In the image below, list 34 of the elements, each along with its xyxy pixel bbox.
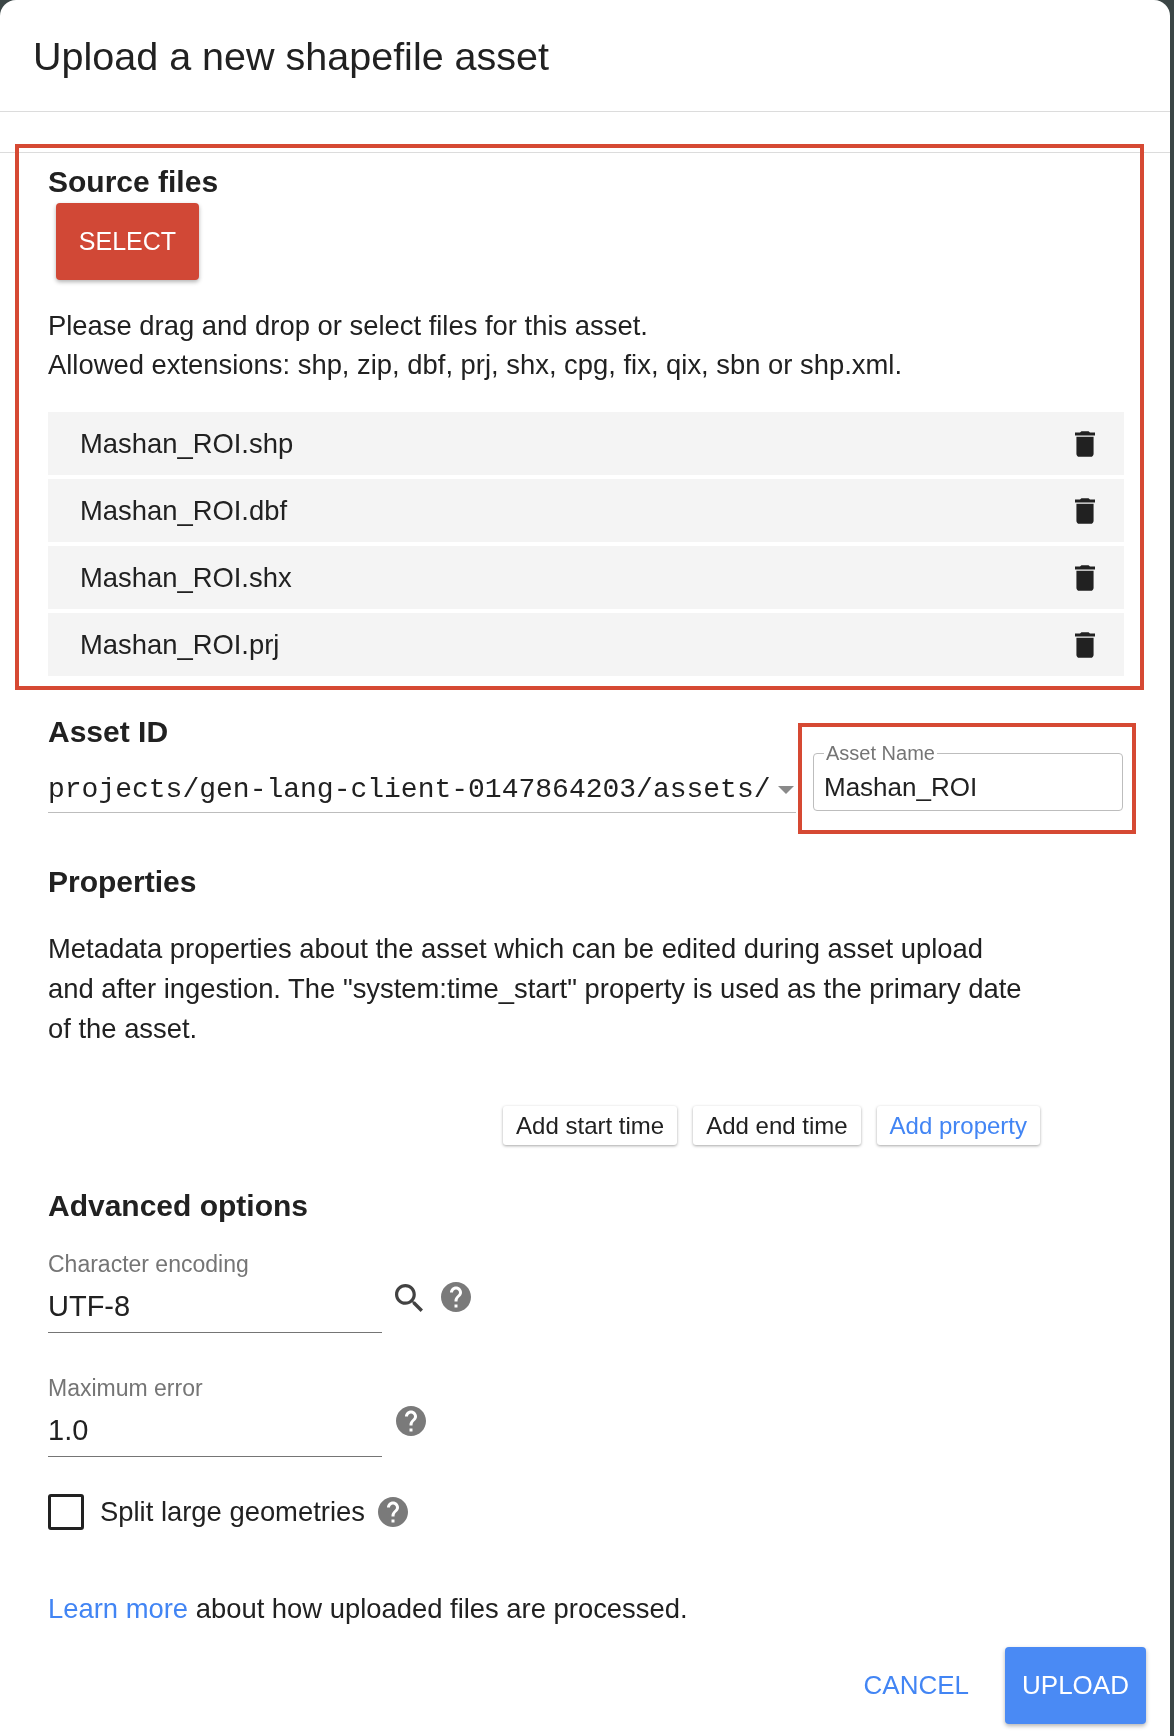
instruction-text: Please drag and drop or select files for this asset. <box>48 309 648 343</box>
property-button[interactable]: Add end time <box>693 1106 861 1145</box>
help-icon[interactable] <box>441 1282 471 1312</box>
section-heading: Advanced options <box>48 1189 309 1223</box>
asset-path-dropdown[interactable]: projects/gen-lang-client-0147864203/assets/ <box>48 767 796 813</box>
search-icon[interactable] <box>395 1283 423 1312</box>
caret-icon[interactable] <box>778 785 794 794</box>
asset-name-field[interactable]: Asset Name Mashan_ROI <box>813 743 1123 811</box>
help-icon[interactable] <box>377 1497 408 1527</box>
trash-icon[interactable] <box>1075 564 1095 591</box>
text-field[interactable]: Character encoding UTF-8 <box>48 1250 382 1333</box>
trash-icon[interactable] <box>1075 497 1095 524</box>
file-name: Mashan_ROI.shp <box>80 427 294 460</box>
select-button[interactable]: SELECT <box>56 203 199 280</box>
checkbox-label: Split large geometries <box>100 1495 365 1529</box>
file-name: Mashan_ROI.dbf <box>80 494 288 527</box>
property-button[interactable]: Add property <box>876 1106 1040 1145</box>
learn-more-link[interactable]: Learn more <box>48 1593 189 1624</box>
section-heading: Properties <box>48 865 197 899</box>
learn-more-note: Learn more about how uploaded files are processed. <box>48 1592 688 1626</box>
dialog-title: Upload a new shapefile asset <box>33 32 550 80</box>
instruction-text: Allowed extensions: shp, zip, dbf, prj, shx, cpg, fix, qix, sbn or shp.xml. <box>48 348 903 382</box>
property-button[interactable]: Add start time <box>503 1106 678 1145</box>
text-field[interactable]: Maximum error 1.0 <box>48 1374 382 1457</box>
trash-icon[interactable] <box>1075 631 1095 658</box>
file-name: Mashan_ROI.prj <box>80 628 280 661</box>
properties-description: Metadata properties about the asset which can be edited during asset upload and after ingestion. The "system:time_start" property is used as the primary date of the asset. <box>48 932 1023 1046</box>
file-name: Mashan_ROI.shx <box>80 561 292 594</box>
help-icon[interactable] <box>396 1406 426 1436</box>
section-heading: Asset ID <box>48 715 169 749</box>
cancel-button[interactable]: CANCEL <box>847 1647 985 1724</box>
section-heading: Source files <box>48 164 219 200</box>
split-geometries-checkbox[interactable] <box>48 1494 84 1530</box>
trash-icon[interactable] <box>1075 430 1095 457</box>
